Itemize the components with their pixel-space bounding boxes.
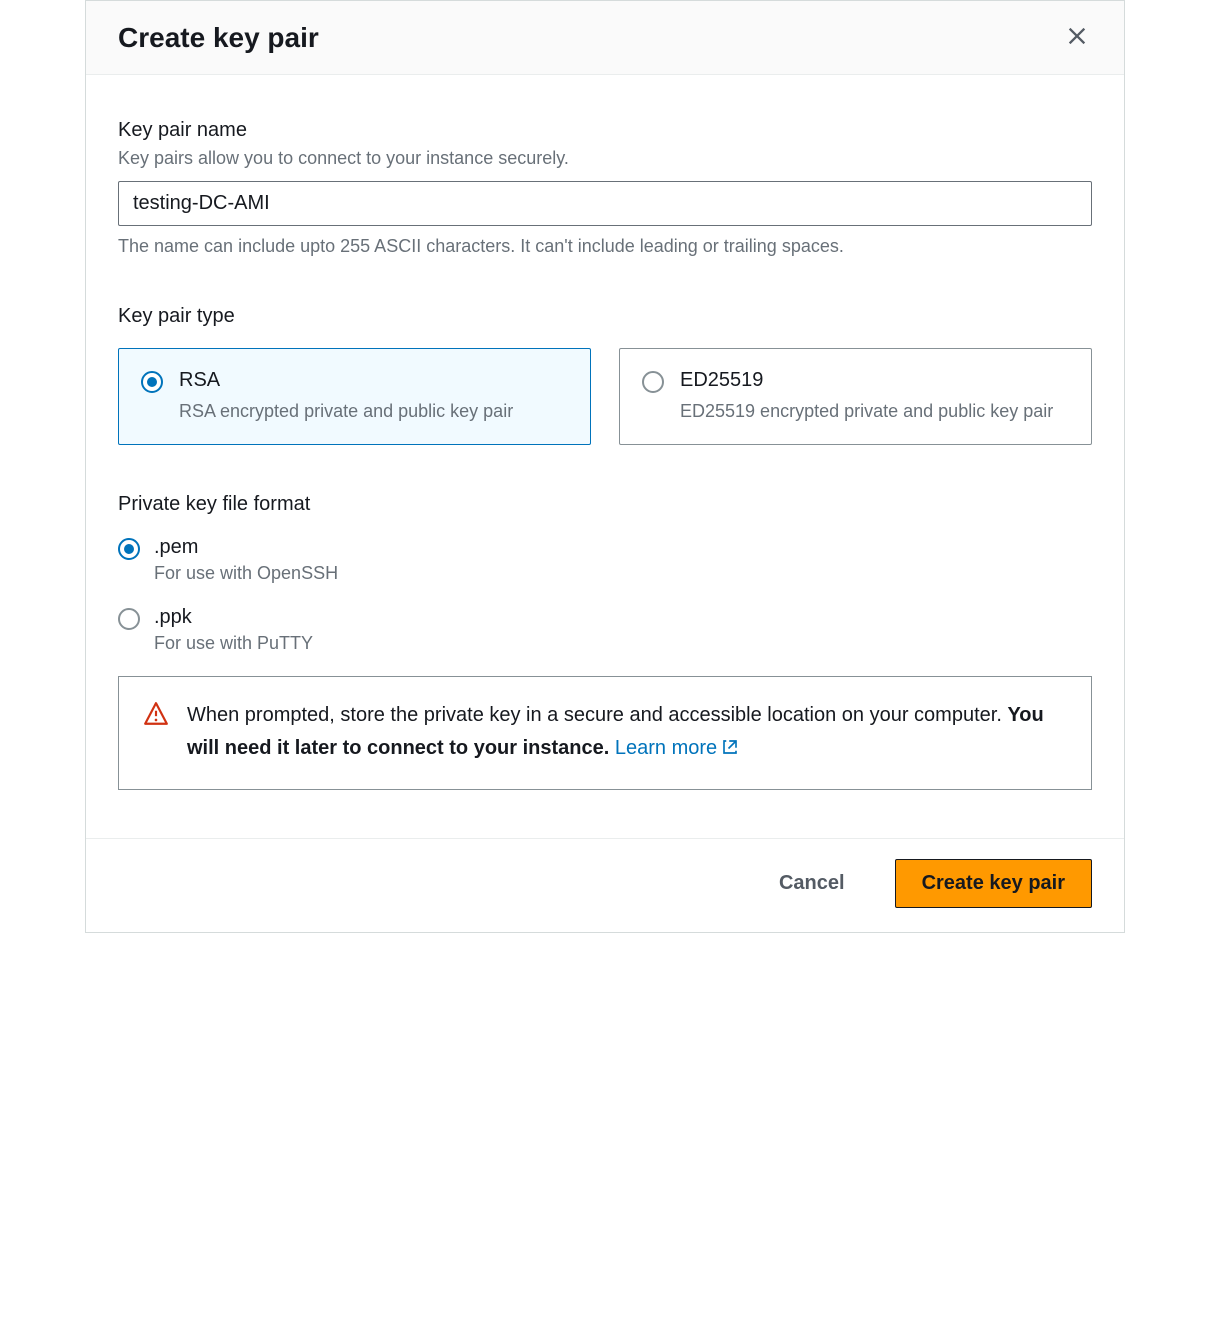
option-title: .pem bbox=[154, 536, 338, 559]
external-link-icon bbox=[721, 734, 739, 767]
modal-body: Key pair name Key pairs allow you to con… bbox=[86, 75, 1124, 838]
file-format-ppk[interactable]: .ppk For use with PuTTY bbox=[118, 606, 1092, 654]
key-pair-name-label: Key pair name bbox=[118, 119, 1092, 142]
radio-icon bbox=[118, 608, 140, 630]
file-format-options: .pem For use with OpenSSH .ppk For use w… bbox=[118, 536, 1092, 654]
key-pair-type-rsa[interactable]: RSA RSA encrypted private and public key… bbox=[118, 348, 591, 445]
close-button[interactable] bbox=[1062, 21, 1092, 54]
radio-icon bbox=[141, 371, 163, 393]
create-key-pair-modal: Create key pair Key pair name Key pairs … bbox=[85, 0, 1125, 933]
create-key-pair-button[interactable]: Create key pair bbox=[895, 859, 1092, 908]
option-title: .ppk bbox=[154, 606, 313, 629]
option-title: RSA bbox=[179, 369, 513, 392]
file-format-label: Private key file format bbox=[118, 493, 1092, 516]
warning-text: When prompted, store the private key in … bbox=[187, 699, 1067, 767]
key-pair-type-ed25519[interactable]: ED25519 ED25519 encrypted private and pu… bbox=[619, 348, 1092, 445]
radio-icon bbox=[642, 371, 664, 393]
warning-alert: When prompted, store the private key in … bbox=[118, 676, 1092, 790]
file-format-section: Private key file format .pem For use wit… bbox=[118, 493, 1092, 790]
option-title: ED25519 bbox=[680, 369, 1053, 392]
option-desc: For use with OpenSSH bbox=[154, 563, 338, 584]
option-desc: ED25519 encrypted private and public key… bbox=[680, 398, 1053, 424]
key-pair-type-section: Key pair type RSA RSA encrypted private … bbox=[118, 305, 1092, 445]
learn-more-link[interactable]: Learn more bbox=[615, 737, 739, 759]
cancel-button[interactable]: Cancel bbox=[753, 860, 871, 907]
modal-footer: Cancel Create key pair bbox=[86, 838, 1124, 932]
key-pair-name-hint: The name can include upto 255 ASCII char… bbox=[118, 236, 1092, 257]
option-desc: For use with PuTTY bbox=[154, 633, 313, 654]
modal-header: Create key pair bbox=[86, 1, 1124, 75]
radio-icon bbox=[118, 538, 140, 560]
warning-icon bbox=[143, 701, 169, 767]
modal-title: Create key pair bbox=[118, 22, 319, 54]
key-pair-type-options: RSA RSA encrypted private and public key… bbox=[118, 348, 1092, 445]
close-icon bbox=[1066, 25, 1088, 50]
file-format-pem[interactable]: .pem For use with OpenSSH bbox=[118, 536, 1092, 584]
key-pair-name-section: Key pair name Key pairs allow you to con… bbox=[118, 119, 1092, 257]
key-pair-name-help: Key pairs allow you to connect to your i… bbox=[118, 148, 1092, 169]
key-pair-type-label: Key pair type bbox=[118, 305, 1092, 328]
option-desc: RSA encrypted private and public key pai… bbox=[179, 398, 513, 424]
warning-text-part1: When prompted, store the private key in … bbox=[187, 704, 1007, 726]
key-pair-name-input[interactable] bbox=[118, 181, 1092, 226]
